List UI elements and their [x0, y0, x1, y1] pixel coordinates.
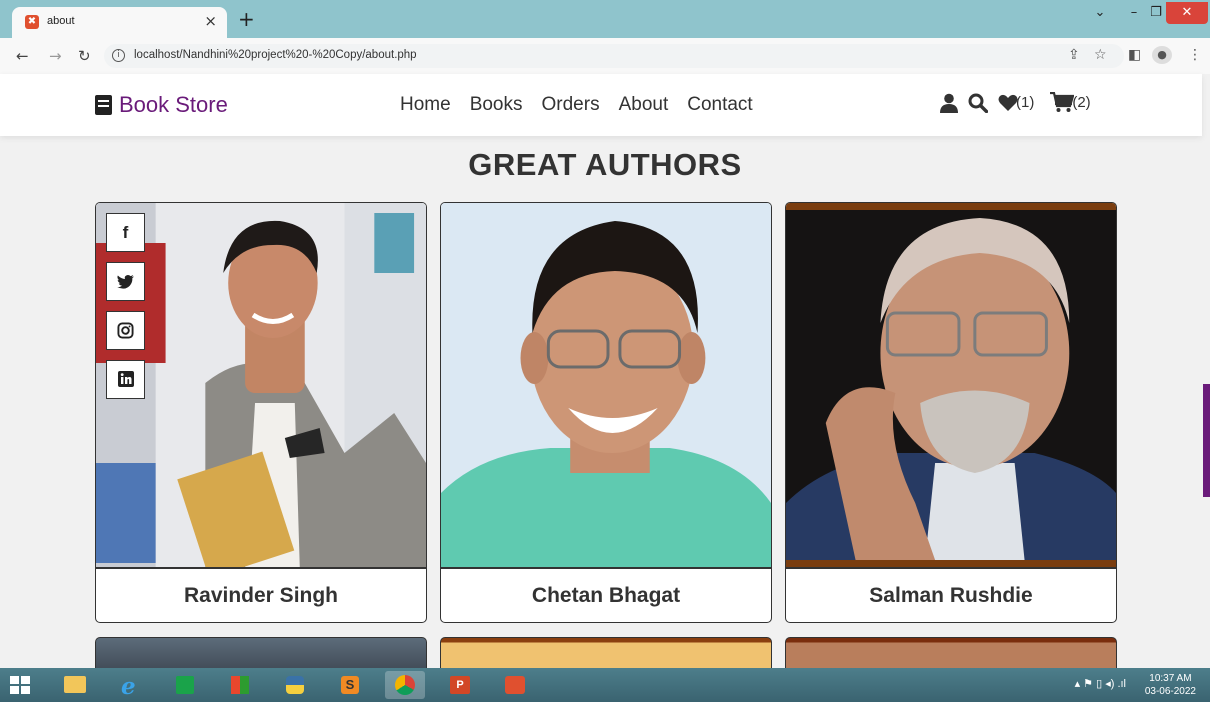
chrome-icon[interactable]	[385, 671, 425, 699]
profile-icon[interactable]: ●	[1152, 46, 1172, 64]
cart-link[interactable]: (2)	[1050, 92, 1091, 113]
url-text[interactable]: localhost/Nandhini%20project%20-%20Copy/…	[134, 49, 417, 61]
menu-icon[interactable]: ⋮	[1188, 47, 1202, 63]
tab-title: about	[47, 15, 75, 27]
browser-tab[interactable]: ✖ about ×	[12, 7, 227, 38]
address-bar[interactable]: i localhost/Nandhini%20project%20-%20Cop…	[104, 44, 1124, 68]
author-photo	[441, 203, 771, 567]
author-photo	[786, 203, 1116, 567]
maximize-button[interactable]: ❐	[1146, 2, 1166, 24]
internet-explorer-icon[interactable]: e	[110, 671, 150, 700]
twitter-icon[interactable]	[106, 262, 145, 301]
card-divider	[786, 567, 1116, 569]
system-tray: ▴ ⚑ ▯ ◂) .ıl 10:37 AM 03-06-2022	[1075, 672, 1196, 698]
file-explorer-icon[interactable]	[55, 671, 95, 699]
reload-icon[interactable]: ↻	[78, 47, 91, 65]
card-divider	[441, 567, 771, 569]
main-nav: Home Books Orders About Contact	[400, 94, 753, 116]
author-name: Ravinder Singh	[183, 584, 339, 607]
cart-icon	[1050, 92, 1075, 112]
back-icon[interactable]: ←	[16, 47, 29, 65]
tab-search-icon[interactable]: ⌄	[1090, 2, 1110, 24]
windows-taskbar: e S P ▴ ⚑ ▯ ◂) .ıl 10:37 AM 03-06-2022	[0, 668, 1210, 702]
side-panel-icon[interactable]: ◧	[1128, 47, 1141, 63]
bookmark-star-icon[interactable]: ☆	[1094, 47, 1107, 63]
xampp-icon: ✖	[25, 15, 39, 29]
sublime-text-icon[interactable]: S	[330, 671, 370, 699]
office-icon[interactable]	[220, 671, 260, 699]
info-icon[interactable]: i	[112, 49, 125, 62]
instagram-icon[interactable]	[106, 311, 145, 350]
heart-icon	[998, 94, 1018, 111]
author-card[interactable]: Salman Rushdie	[785, 202, 1117, 623]
store-icon[interactable]	[165, 671, 205, 699]
author-card[interactable]: Chetan Bhagat	[440, 202, 772, 623]
cart-count: (2)	[1072, 94, 1091, 111]
page-heading: GREAT AUTHORS	[468, 147, 742, 182]
author-photo	[96, 203, 426, 567]
close-tab-icon[interactable]: ×	[204, 12, 217, 30]
book-icon	[95, 95, 112, 115]
logo-text: Book Store	[119, 92, 228, 117]
nav-books[interactable]: Books	[470, 94, 523, 116]
linkedin-icon[interactable]	[106, 360, 145, 399]
tray-icons[interactable]: ▴ ⚑ ▯ ◂) .ıl	[1075, 678, 1126, 691]
xampp-icon[interactable]	[495, 671, 535, 699]
share-icon[interactable]: ⇪	[1068, 47, 1080, 63]
clock-date[interactable]: 03-06-2022	[1145, 685, 1196, 698]
clock-time[interactable]: 10:37 AM	[1145, 672, 1196, 685]
wishlist-link[interactable]: (1)	[998, 94, 1034, 112]
header-icons: (1) (2)	[940, 92, 1091, 113]
search-icon[interactable]	[968, 93, 988, 113]
wishlist-count: (1)	[1016, 94, 1035, 111]
browser-tabstrip: ✖ about × + ⌄ – ❐ ✕	[0, 0, 1210, 38]
scroll-accent-bar	[1203, 384, 1210, 497]
new-tab-button[interactable]: +	[238, 7, 255, 31]
facebook-icon[interactable]: f	[106, 213, 145, 252]
nav-about[interactable]: About	[619, 94, 669, 116]
site-header: Book Store Home Books Orders About Conta…	[0, 74, 1202, 136]
card-divider	[96, 567, 426, 569]
author-name: Chetan Bhagat	[531, 584, 681, 607]
windows-start-icon[interactable]	[10, 676, 30, 694]
browser-toolbar: ← → ↻ i localhost/Nandhini%20project%20-…	[0, 38, 1210, 74]
python-icon[interactable]	[275, 671, 315, 699]
minimize-button[interactable]: –	[1124, 2, 1144, 24]
author-card[interactable]: f Ravinder Singh	[95, 202, 427, 623]
forward-icon[interactable]: →	[49, 47, 62, 65]
author-name: Salman Rushdie	[869, 584, 1033, 607]
nav-home[interactable]: Home	[400, 94, 451, 116]
nav-orders[interactable]: Orders	[542, 94, 600, 116]
logo[interactable]: Book Store	[95, 92, 228, 118]
close-window-button[interactable]: ✕	[1166, 2, 1208, 24]
user-icon[interactable]	[940, 93, 958, 113]
powerpoint-icon[interactable]: P	[440, 671, 480, 699]
nav-contact[interactable]: Contact	[687, 94, 752, 116]
